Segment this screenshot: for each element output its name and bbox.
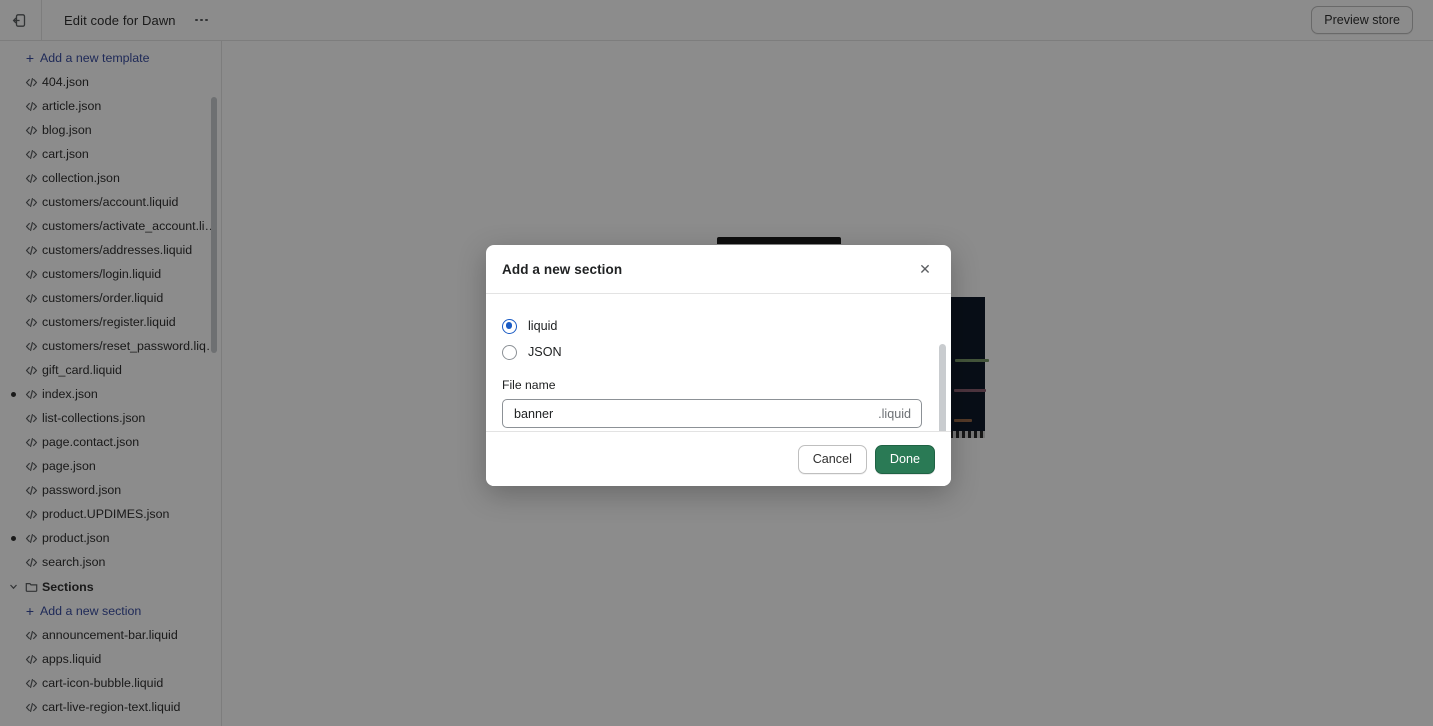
- radio-option-liquid[interactable]: liquid: [502, 316, 935, 336]
- radio-label-liquid: liquid: [528, 319, 558, 333]
- dialog-header: Add a new section ✕: [486, 245, 951, 294]
- dialog-footer: Cancel Done: [486, 432, 951, 486]
- radio-label-json: JSON: [528, 345, 562, 359]
- radio-button-json[interactable]: [502, 344, 517, 360]
- dialog-title: Add a new section: [502, 261, 623, 277]
- close-icon[interactable]: ✕: [914, 258, 936, 280]
- add-new-section-dialog: Add a new section ✕ liquid JSON File nam…: [486, 245, 951, 486]
- file-name-label: File name: [502, 378, 556, 392]
- cancel-button[interactable]: Cancel: [797, 444, 867, 474]
- file-name-input[interactable]: banner .liquid: [502, 399, 922, 428]
- radio-option-json[interactable]: JSON: [502, 342, 935, 362]
- dialog-scrollbar[interactable]: [939, 344, 946, 431]
- file-name-value[interactable]: banner: [514, 407, 878, 421]
- file-extension-suffix: .liquid: [878, 406, 911, 421]
- dialog-body: liquid JSON File name banner .liquid: [486, 294, 951, 432]
- done-button[interactable]: Done: [874, 444, 935, 474]
- radio-button-liquid[interactable]: [502, 318, 517, 334]
